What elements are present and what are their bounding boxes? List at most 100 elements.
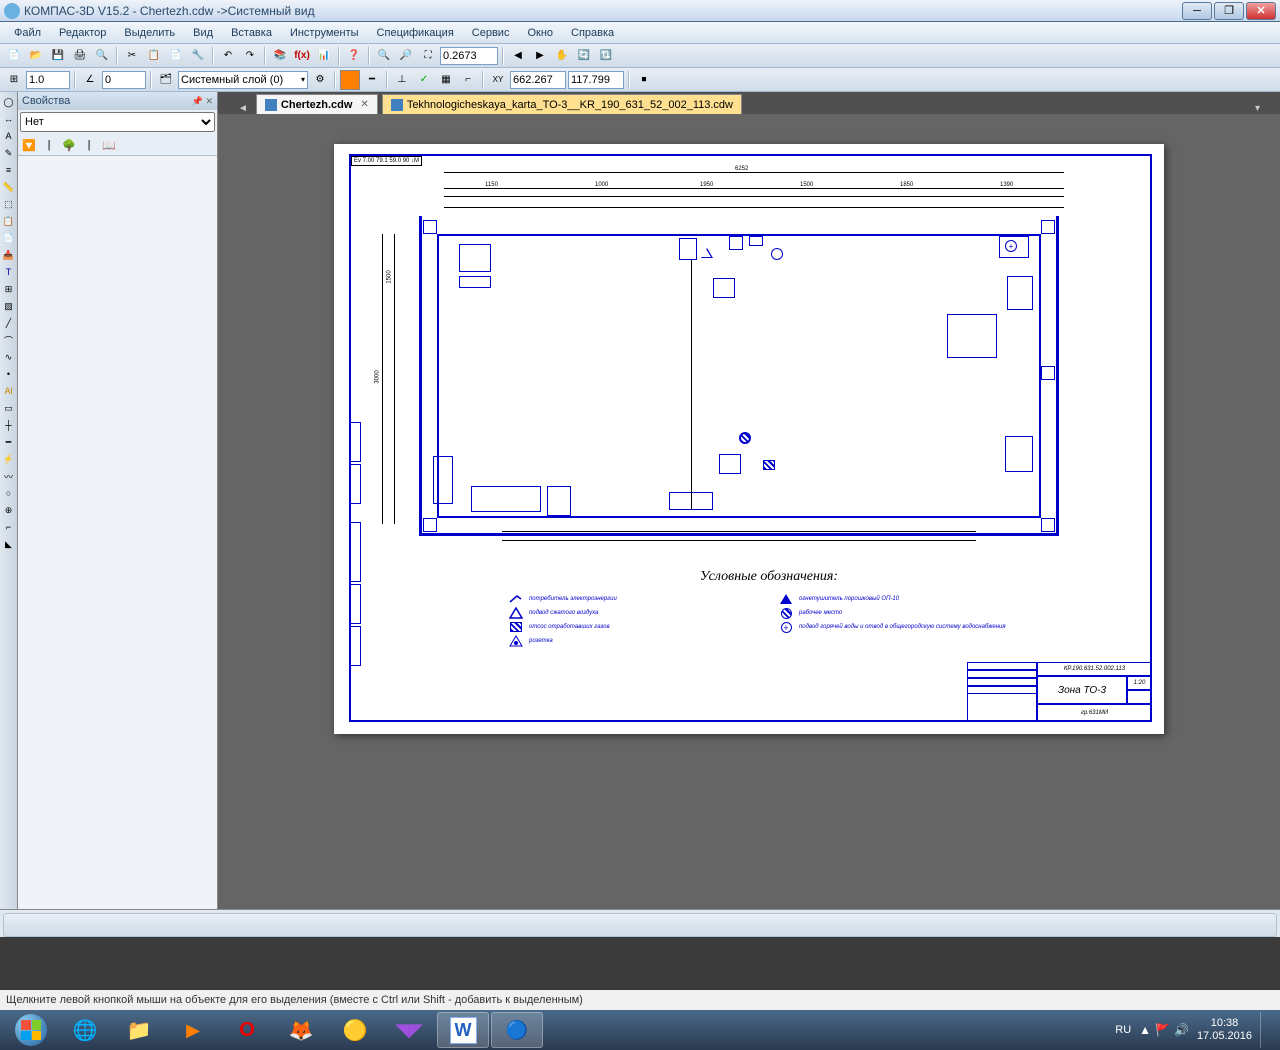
- start-button[interactable]: [4, 1012, 58, 1048]
- snap-icon[interactable]: ✓: [414, 70, 434, 90]
- paste-icon[interactable]: 📄: [166, 46, 186, 66]
- zoom-fit-icon[interactable]: ⛶: [418, 46, 438, 66]
- menu-edit[interactable]: Редактор: [51, 25, 114, 41]
- thick-icon[interactable]: ━: [1, 434, 17, 450]
- step-icon[interactable]: ⊞: [4, 70, 24, 90]
- step-input[interactable]: [26, 71, 70, 89]
- help-icon[interactable]: ❓: [344, 46, 364, 66]
- curves-icon[interactable]: ∿: [1, 349, 17, 365]
- break-icon[interactable]: ⚡: [1, 451, 17, 467]
- copy-icon[interactable]: 📋: [144, 46, 164, 66]
- menu-insert[interactable]: Вставка: [223, 25, 280, 41]
- canvas-viewport[interactable]: Ev 7.00 79.1 59.0 90 ↓M 6252 1150 1000 1…: [218, 114, 1280, 909]
- coord-y-input[interactable]: [568, 71, 624, 89]
- zoom-window-icon[interactable]: 🔍: [374, 46, 394, 66]
- book-icon[interactable]: 📖: [100, 136, 118, 154]
- print-icon[interactable]: 🖨: [70, 46, 90, 66]
- redo-icon[interactable]: ↷: [240, 46, 260, 66]
- report-icon[interactable]: 📄: [1, 230, 17, 246]
- taskbar-kompas[interactable]: 🔵: [491, 1012, 543, 1048]
- text-t-icon[interactable]: T: [1, 264, 17, 280]
- menu-file[interactable]: Файл: [6, 25, 49, 41]
- end-icon[interactable]: ⏹: [634, 70, 654, 90]
- rotate-icon[interactable]: 🔄: [574, 46, 594, 66]
- tray-clock[interactable]: 10:38 17.05.2016: [1197, 1017, 1252, 1043]
- circle-icon[interactable]: ○: [1, 485, 17, 501]
- axis-icon[interactable]: ┼: [1, 417, 17, 433]
- pan-icon[interactable]: ✋: [552, 46, 572, 66]
- tab-nav-left-icon[interactable]: ◄: [238, 103, 248, 114]
- taskbar-app1[interactable]: ◥◤: [383, 1012, 435, 1048]
- menu-select[interactable]: Выделить: [116, 25, 183, 41]
- tab-inactive[interactable]: Tekhnologicheskaya_karta_TO-3__KR_190_63…: [382, 94, 742, 114]
- menu-service[interactable]: Сервис: [464, 25, 518, 41]
- maximize-button[interactable]: ❐: [1214, 2, 1244, 20]
- tray-flag-icon[interactable]: ▲: [1139, 1023, 1151, 1037]
- library-icon[interactable]: 📚: [270, 46, 290, 66]
- undo-icon[interactable]: ↶: [218, 46, 238, 66]
- rect-icon[interactable]: ▭: [1, 400, 17, 416]
- layer-dropdown[interactable]: Системный слой (0): [178, 71, 308, 89]
- taskbar-opera[interactable]: O: [221, 1012, 273, 1048]
- props-icon[interactable]: 🔧: [188, 46, 208, 66]
- menu-window[interactable]: Окно: [519, 25, 561, 41]
- menu-tools[interactable]: Инструменты: [282, 25, 367, 41]
- grid-icon[interactable]: ▦: [436, 70, 456, 90]
- tangent-icon[interactable]: ⊕: [1, 502, 17, 518]
- tab-active[interactable]: Chertezh.cdw ✕: [256, 94, 378, 114]
- zoom-next-icon[interactable]: ▶: [530, 46, 550, 66]
- vars-icon[interactable]: 📊: [314, 46, 334, 66]
- preview-icon[interactable]: 🔍: [92, 46, 112, 66]
- show-desktop-button[interactable]: [1260, 1012, 1268, 1048]
- layer-mgr-icon[interactable]: ⚙: [310, 70, 330, 90]
- minimize-button[interactable]: ─: [1182, 2, 1212, 20]
- save-icon[interactable]: 💾: [48, 46, 68, 66]
- taskbar-chrome[interactable]: 🟡: [329, 1012, 381, 1048]
- tray-lang[interactable]: RU: [1115, 1024, 1131, 1036]
- table-icon[interactable]: ⊞: [1, 281, 17, 297]
- zoom-in-icon[interactable]: 🔎: [396, 46, 416, 66]
- close-button[interactable]: ✕: [1246, 2, 1276, 20]
- layer-icon[interactable]: 🗂: [156, 70, 176, 90]
- new-icon[interactable]: 📄: [4, 46, 24, 66]
- spline-icon[interactable]: 〰: [1, 468, 17, 484]
- spec-tool-icon[interactable]: 📋: [1, 213, 17, 229]
- refresh-icon[interactable]: 🔃: [596, 46, 616, 66]
- filter-icon[interactable]: 🔽: [20, 136, 38, 154]
- local-cs-icon[interactable]: ⌐: [458, 70, 478, 90]
- zoom-input[interactable]: [440, 47, 498, 65]
- measure-icon[interactable]: 📏: [1, 179, 17, 195]
- chamfer-icon[interactable]: ◣: [1, 536, 17, 552]
- taskbar-firefox[interactable]: 🦊: [275, 1012, 327, 1048]
- xy-icon[interactable]: XY: [488, 70, 508, 90]
- cut-icon[interactable]: ✂: [122, 46, 142, 66]
- geometry-icon[interactable]: ◯: [1, 94, 17, 110]
- open-icon[interactable]: 📂: [26, 46, 46, 66]
- ltype-icon[interactable]: ━: [362, 70, 382, 90]
- text-icon[interactable]: A: [1, 128, 17, 144]
- param-icon[interactable]: ≡: [1, 162, 17, 178]
- point-icon[interactable]: •: [1, 366, 17, 382]
- menu-spec[interactable]: Спецификация: [369, 25, 462, 41]
- select-tool-icon[interactable]: ⬚: [1, 196, 17, 212]
- insert-icon[interactable]: 📥: [1, 247, 17, 263]
- dim-icon[interactable]: ↔: [1, 111, 17, 127]
- tray-sound-icon[interactable]: 🔊: [1174, 1023, 1189, 1037]
- fx-icon[interactable]: f(x): [292, 46, 312, 66]
- edit-icon[interactable]: ✎: [1, 145, 17, 161]
- taskbar-explorer[interactable]: 📁: [113, 1012, 165, 1048]
- aux-icon[interactable]: Al: [1, 383, 17, 399]
- taskbar-ie[interactable]: 🌐: [59, 1012, 111, 1048]
- hatch-icon[interactable]: ▨: [1, 298, 17, 314]
- ortho-icon[interactable]: ⊥: [392, 70, 412, 90]
- properties-selector[interactable]: Нет: [20, 112, 215, 132]
- angle-input[interactable]: [102, 71, 146, 89]
- fillet-icon[interactable]: ⌐: [1, 519, 17, 535]
- tree-icon[interactable]: 🌳: [60, 136, 78, 154]
- taskbar-media[interactable]: ▶: [167, 1012, 219, 1048]
- menu-help[interactable]: Справка: [563, 25, 622, 41]
- panel-pin-icon[interactable]: 📌 ✕: [192, 96, 213, 107]
- angle-icon[interactable]: ∠: [80, 70, 100, 90]
- color-icon[interactable]: [340, 70, 360, 90]
- line-icon[interactable]: ╱: [1, 315, 17, 331]
